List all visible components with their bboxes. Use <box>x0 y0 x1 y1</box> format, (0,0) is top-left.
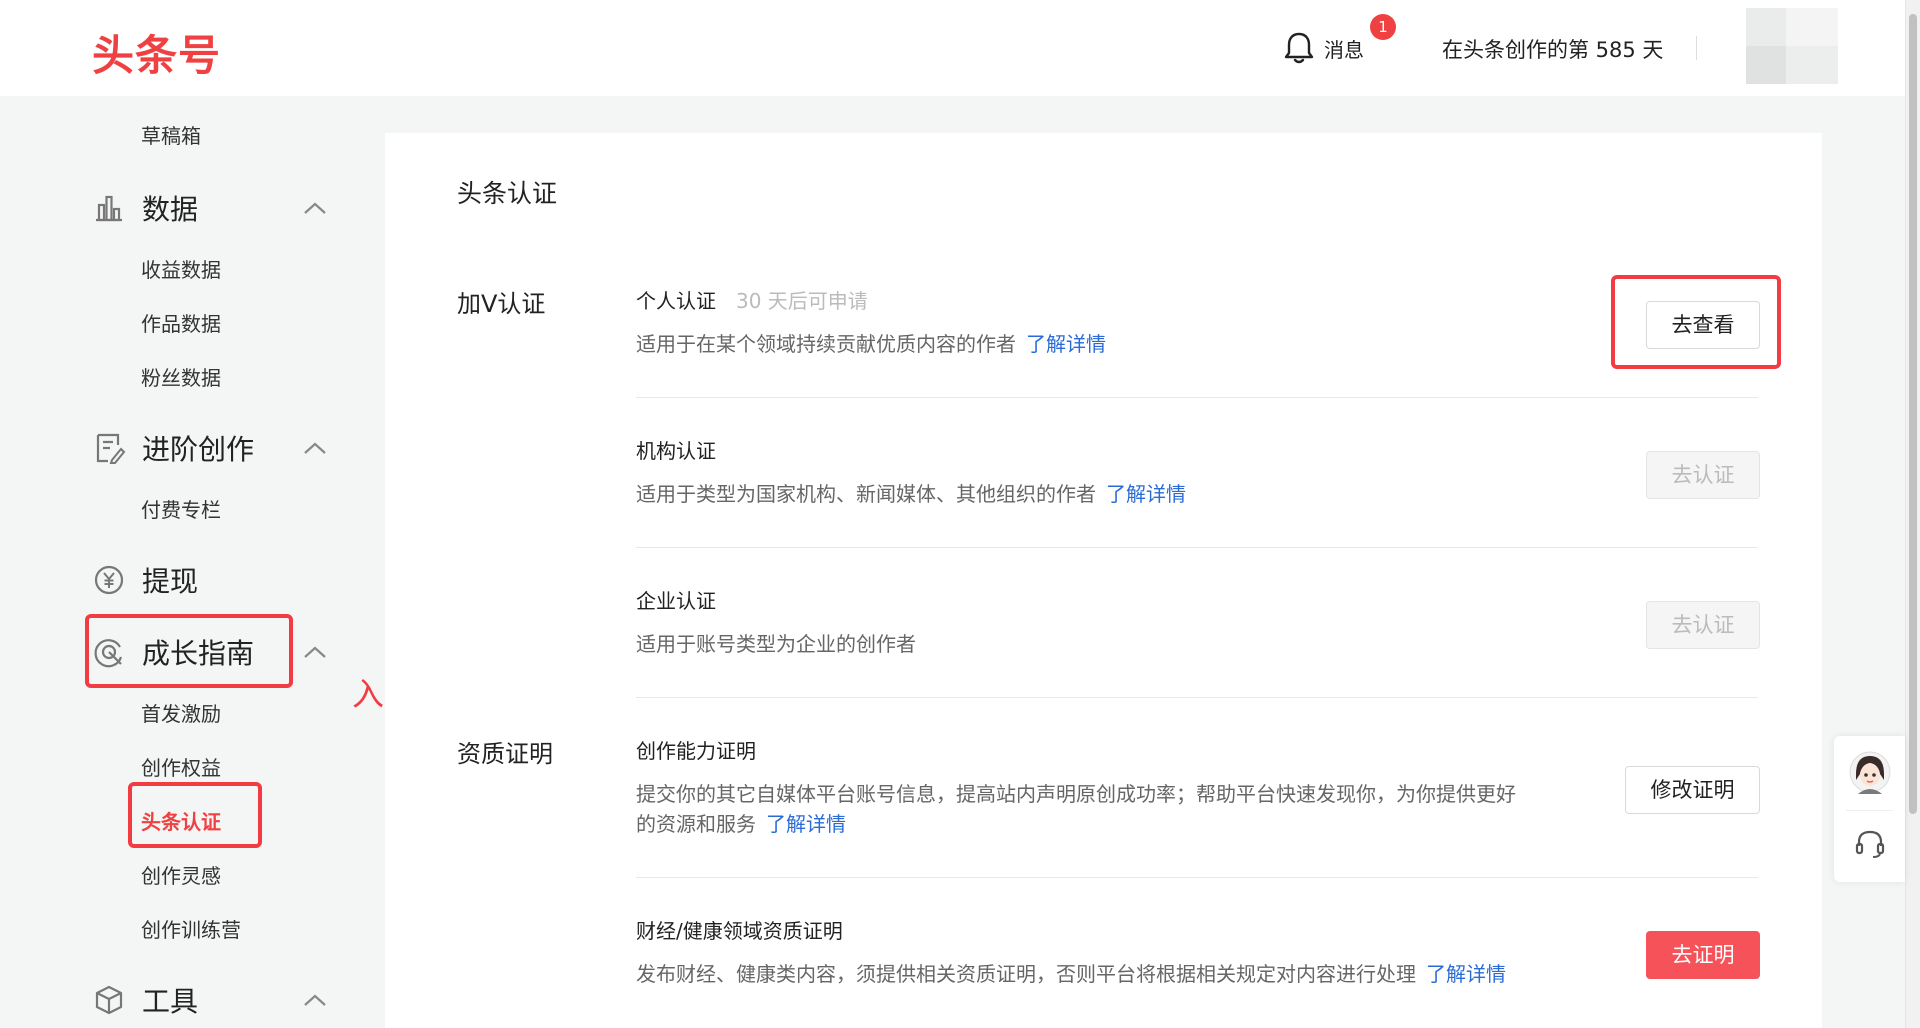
enterprise-cert-button[interactable]: 去认证 <box>1646 601 1760 649</box>
sidebar-item-revenue-data[interactable]: 收益数据 <box>141 254 221 283</box>
top-header: 头条号 消息 1 在头条创作的第 585 天 <box>0 0 1905 96</box>
annotation-highlight-view-button <box>1611 275 1781 369</box>
chevron-up-icon[interactable] <box>302 440 328 456</box>
sidebar-section-label: 数据 <box>142 193 199 226</box>
item-enterprise-cert: 企业认证 <box>636 589 716 613</box>
org-cert-button[interactable]: 去认证 <box>1646 451 1760 499</box>
bell-icon <box>1284 32 1314 64</box>
sidebar-section-withdraw[interactable]: 提现 <box>92 560 198 600</box>
bar-chart-icon <box>96 195 122 222</box>
annotation-highlight-certification <box>128 782 262 848</box>
chevron-up-icon[interactable] <box>302 200 328 216</box>
assistant-avatar-icon[interactable] <box>1848 750 1892 798</box>
item-creation-ability: 创作能力证明 <box>636 739 756 763</box>
description-line: 的资源和服务 了解详情 <box>636 809 1586 839</box>
creation-days-text: 在头条创作的第 585 天 <box>1442 38 1664 62</box>
sidebar-section-label: 进阶创作 <box>142 433 255 466</box>
item-title: 个人认证 <box>636 289 716 313</box>
certification-card: 头条认证 加V认证 个人认证 30 天后可申请 适用于在某个领域持续贡献优质内容的… <box>385 133 1822 1028</box>
item-org-cert: 机构认证 <box>636 439 716 463</box>
page-scrollbar[interactable] <box>1905 0 1920 1028</box>
edit-note-icon <box>96 433 126 464</box>
row-divider <box>636 397 1758 398</box>
item-description: 提交你的其它自媒体平台账号信息，提高站内声明原创成功率；帮助平台快速发现你，为你… <box>636 779 1586 839</box>
sidebar-item-fans-data[interactable]: 粉丝数据 <box>141 362 221 391</box>
modify-proof-button[interactable]: 修改证明 <box>1625 766 1760 814</box>
messages-button[interactable]: 消息 1 <box>1282 14 1396 66</box>
sidebar-section-advanced[interactable]: 进阶创作 <box>92 428 254 468</box>
row-divider <box>636 547 1758 548</box>
sidebar: 草稿箱 数据 收益数据 作品数据 粉丝数据 进阶创作 付费专栏 提现 成长指南 … <box>0 96 385 1028</box>
description-text: 适用于类型为国家机构、新闻媒体、其他组织的作者 <box>636 482 1096 506</box>
unread-badge: 1 <box>1370 14 1396 40</box>
item-description: 适用于账号类型为企业的创作者 <box>636 632 916 656</box>
sidebar-section-data[interactable]: 数据 <box>92 188 198 228</box>
group-label-qualification: 资质证明 <box>457 740 553 768</box>
group-label-vcert: 加V认证 <box>457 290 546 318</box>
header-divider <box>1696 36 1697 60</box>
item-hint: 30 天后可申请 <box>736 289 868 313</box>
item-description: 发布财经、健康类内容，须提供相关资质证明，否则平台将根据相关规定对内容进行处理了… <box>636 959 1506 989</box>
annotation-highlight-growth <box>85 614 293 688</box>
item-description: 适用于类型为国家机构、新闻媒体、其他组织的作者 了解详情 <box>636 479 1186 509</box>
sidebar-item-training-camp[interactable]: 创作训练营 <box>141 914 241 943</box>
yuan-coin-icon <box>94 565 124 595</box>
sidebar-item-drafts[interactable]: 草稿箱 <box>141 120 201 149</box>
cube-icon <box>95 985 123 1015</box>
user-avatar[interactable] <box>1746 8 1838 84</box>
toutiao-logo[interactable]: 头条号 <box>92 22 221 83</box>
sidebar-item-works-data[interactable]: 作品数据 <box>141 308 221 337</box>
learn-more-link[interactable]: 了解详情 <box>1426 962 1506 986</box>
submit-proof-button[interactable]: 去证明 <box>1646 931 1760 979</box>
messages-label: 消息 <box>1324 37 1364 62</box>
headset-support-icon[interactable] <box>1854 828 1886 860</box>
description-line: 提交你的其它自媒体平台账号信息，提高站内声明原创成功率；帮助平台快速发现你，为你… <box>636 782 1516 806</box>
sidebar-item-paid-column[interactable]: 付费专栏 <box>141 494 221 523</box>
description-text: 的资源和服务 <box>636 812 756 836</box>
sidebar-section-label: 提现 <box>142 565 199 598</box>
learn-more-link[interactable]: 了解详情 <box>1106 482 1186 506</box>
sidebar-item-first-publish[interactable]: 首发激励 <box>141 698 221 727</box>
chevron-up-icon[interactable] <box>302 992 328 1008</box>
panel-divider <box>1846 810 1893 811</box>
scrollbar-thumb[interactable] <box>1909 14 1917 814</box>
page-title: 头条认证 <box>457 179 558 208</box>
item-description: 适用于在某个领域持续贡献优质内容的作者 了解详情 <box>636 329 1106 359</box>
description-text: 适用于在某个领域持续贡献优质内容的作者 <box>636 332 1016 356</box>
row-divider <box>636 877 1758 878</box>
row-divider <box>636 697 1758 698</box>
item-finance-health: 财经/健康领域资质证明 <box>636 919 843 943</box>
item-personal-cert: 个人认证 30 天后可申请 <box>636 285 868 314</box>
chevron-up-icon[interactable] <box>302 644 328 660</box>
learn-more-link[interactable]: 了解详情 <box>1026 332 1106 356</box>
floating-help-panel <box>1834 736 1905 882</box>
sidebar-item-inspiration[interactable]: 创作灵感 <box>141 860 221 889</box>
sidebar-section-tools[interactable]: 工具 <box>92 980 198 1020</box>
sidebar-item-creator-rights[interactable]: 创作权益 <box>141 752 221 781</box>
sidebar-section-label: 工具 <box>142 985 199 1018</box>
description-text: 发布财经、健康类内容，须提供相关资质证明，否则平台将根据相关规定对内容进行处理 <box>636 962 1416 986</box>
learn-more-link[interactable]: 了解详情 <box>766 812 846 836</box>
